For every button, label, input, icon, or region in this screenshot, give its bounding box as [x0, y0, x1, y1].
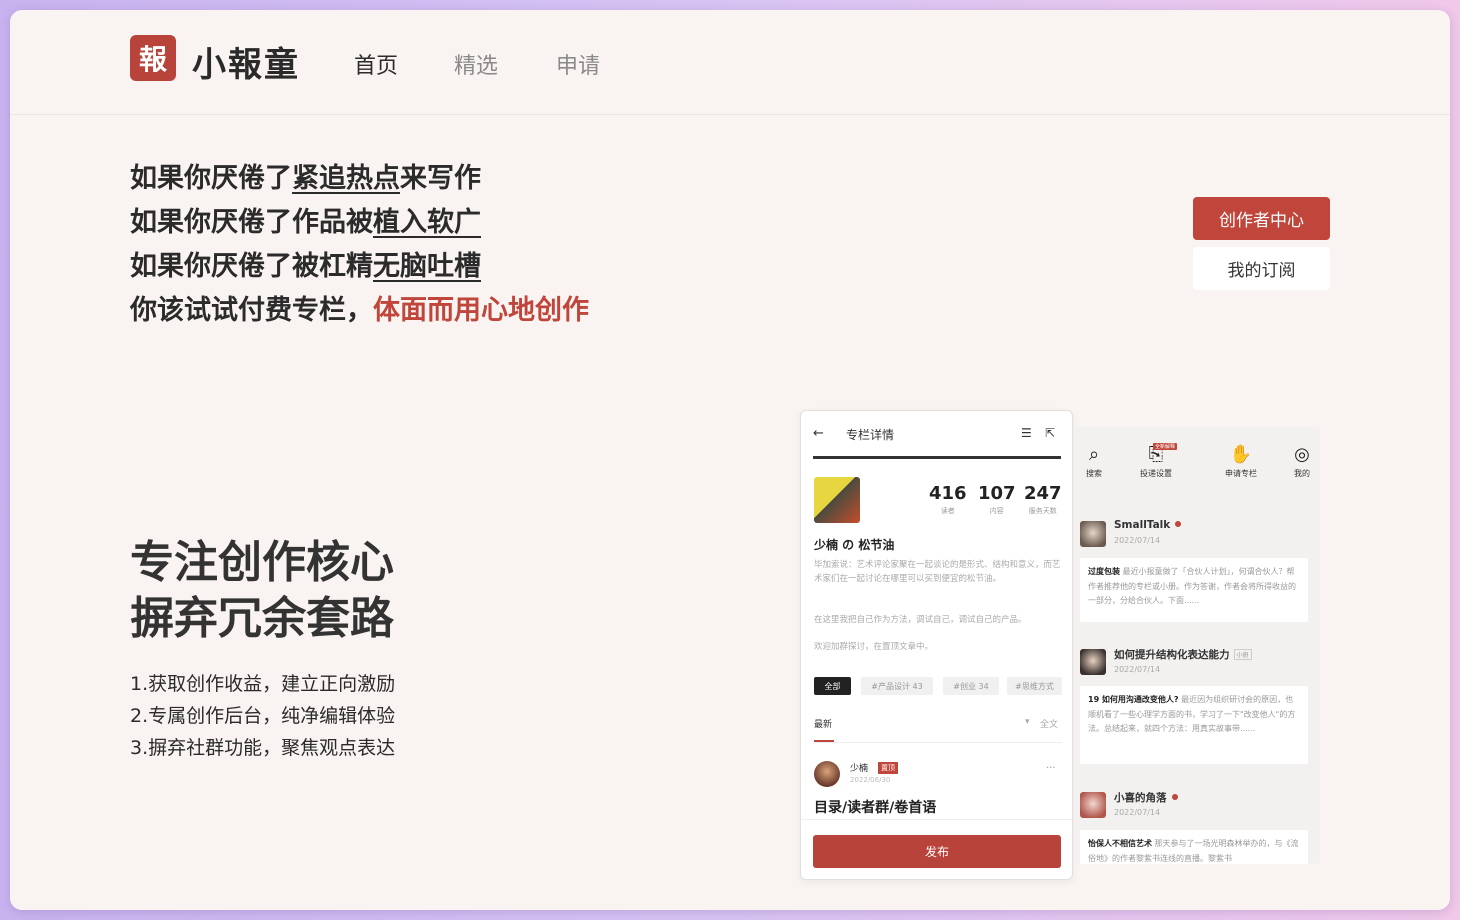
hero-line-2: 如果你厌倦了作品被植入软广	[130, 207, 481, 238]
feed-item-author[interactable]: 小喜的角落	[1114, 790, 1178, 805]
brand-name[interactable]: 小報童	[192, 37, 300, 86]
nav-featured[interactable]: 精选	[454, 48, 498, 80]
search-icon: ⌕	[1088, 444, 1100, 465]
pinned-badge: 置顶	[878, 762, 898, 774]
hero-line-3: 如果你厌倦了被杠精无脑吐槽	[130, 251, 481, 282]
tag-mindset[interactable]: #思维方式	[1007, 677, 1062, 695]
tab-search[interactable]: ⌕ 搜索	[1079, 444, 1109, 479]
stat-service-days: 247 服务天数	[1024, 483, 1062, 515]
share-icon[interactable]: ⇱	[1045, 426, 1055, 440]
feed-card[interactable]: 过度包装 最近小报童做了「合伙人计划」，何谓合伙人？帮作者推荐他的专栏或小册。作…	[1080, 558, 1308, 622]
creator-center-button[interactable]: 创作者中心	[1193, 197, 1330, 240]
author-avatar[interactable]	[1080, 521, 1106, 547]
post-date: 2022/06/30	[850, 776, 891, 784]
column-detail-mockup: ← 专栏详情 ☰ ⇱ 416 读者 107 内容 247 服务天数 少楠 の 松节油 …	[800, 410, 1073, 880]
sort-latest[interactable]: 最新	[814, 717, 832, 730]
feature-list: 1.获取创作收益，建立正向激励 2.专属创作后台，纯净编辑体验 3.摒弃社群功能…	[130, 668, 395, 764]
column-description: 欢迎加群探讨，在置顶文章中。	[814, 642, 934, 652]
back-arrow-icon[interactable]: ←	[813, 426, 824, 441]
my-subscriptions-button[interactable]: 我的订阅	[1193, 247, 1330, 290]
column-name: 少楠 の 松节油	[814, 538, 895, 552]
stat-contents: 107 内容	[978, 483, 1016, 515]
filter-fulltext[interactable]: 全文	[1040, 717, 1058, 730]
unread-dot	[1171, 794, 1178, 800]
tag-all[interactable]: 全部	[814, 677, 851, 695]
feed-card[interactable]: 怡保人不相信艺术 那天参与了一场光明森林举办的，与《流俗地》的作者黎紫书连线的直…	[1080, 830, 1308, 864]
divider	[814, 742, 1062, 743]
top-navigation: 報 小報童 首页 精选 申请	[10, 10, 1450, 115]
focus-heading: 专注创作核心 摒弃冗余套路	[130, 537, 394, 644]
app-window: 報 小報童 首页 精选 申请 如果你厌倦了紧追热点来写作 如果你厌倦了作品被植入…	[10, 10, 1450, 910]
stat-readers: 416 读者	[929, 483, 967, 515]
divider	[813, 456, 1061, 459]
column-detail-title: 专栏详情	[846, 428, 895, 442]
post-title[interactable]: 目录/读者群/卷首语	[814, 797, 936, 817]
unread-dot	[1175, 521, 1182, 527]
feature-item: 2.专属创作后台，纯净编辑体验	[130, 705, 396, 727]
tab-apply-column[interactable]: ✋ 申请专栏	[1218, 444, 1264, 479]
more-icon[interactable]: ···	[1046, 763, 1056, 774]
active-tab-indicator	[814, 740, 834, 742]
author-avatar[interactable]	[1080, 792, 1106, 818]
divider	[801, 819, 1072, 820]
post-author[interactable]: 少楠	[850, 761, 868, 774]
feed-item-date: 2022/07/14	[1114, 536, 1161, 545]
author-avatar[interactable]	[1080, 649, 1106, 675]
hero-headline: 如果你厌倦了紧追热点来写作 如果你厌倦了作品被植入软广 如果你厌倦了被杠精无脑吐…	[130, 157, 589, 333]
logo-icon[interactable]: 報	[130, 35, 176, 81]
feed-item-author[interactable]: 如何提升结构化表达能力 小册	[1114, 647, 1252, 662]
column-description: 毕加索说：艺术评论家聚在一起谈论的是形式、结构和意义，而艺术家们在一起讨论在哪里…	[814, 560, 1061, 584]
nav-home[interactable]: 首页	[354, 48, 398, 80]
feature-item: 1.获取创作收益，建立正向激励	[130, 673, 396, 695]
tab-mine[interactable]: ◎ 我的	[1287, 444, 1317, 479]
feed-mockup: ⌕ 搜索 ⎘ 投递设置 全新解释 ✋ 申请专栏 ◎ 我的 SmallTalk 2…	[1075, 427, 1320, 864]
feed-item-author[interactable]: SmallTalk	[1114, 519, 1182, 531]
hero-line-1: 如果你厌倦了紧追热点来写作	[130, 163, 481, 194]
feed-item-date: 2022/07/14	[1114, 665, 1161, 674]
user-icon: ◎	[1294, 444, 1310, 465]
author-avatar[interactable]	[814, 761, 840, 787]
list-settings-icon[interactable]: ☰	[1021, 426, 1032, 440]
nav-apply[interactable]: 申请	[556, 48, 600, 80]
tag-startup[interactable]: #创业 34	[943, 677, 999, 695]
feed-card[interactable]: 19 如何用沟通改变他人? 最近因为组织研讨会的原因，也顺机看了一些心理学方面的…	[1080, 686, 1308, 764]
column-avatar	[814, 477, 860, 523]
hero-line-4: 你该试试付费专栏，体面而用心地创作	[130, 295, 589, 326]
publish-button[interactable]: 发布	[813, 835, 1061, 868]
chevron-down-icon[interactable]: ▾	[1025, 717, 1030, 727]
booklet-badge: 小册	[1233, 649, 1252, 660]
hand-icon: ✋	[1229, 444, 1253, 465]
column-description: 在这里我把自己作为方法，调试自己，调试自己的产品。	[814, 615, 1027, 625]
feed-item-date: 2022/07/14	[1114, 808, 1161, 817]
feature-item: 3.摒弃社群功能，聚焦观点表达	[130, 737, 396, 759]
new-badge: 全新解释	[1153, 443, 1178, 450]
tag-product-design[interactable]: #产品设计 43	[861, 677, 933, 695]
